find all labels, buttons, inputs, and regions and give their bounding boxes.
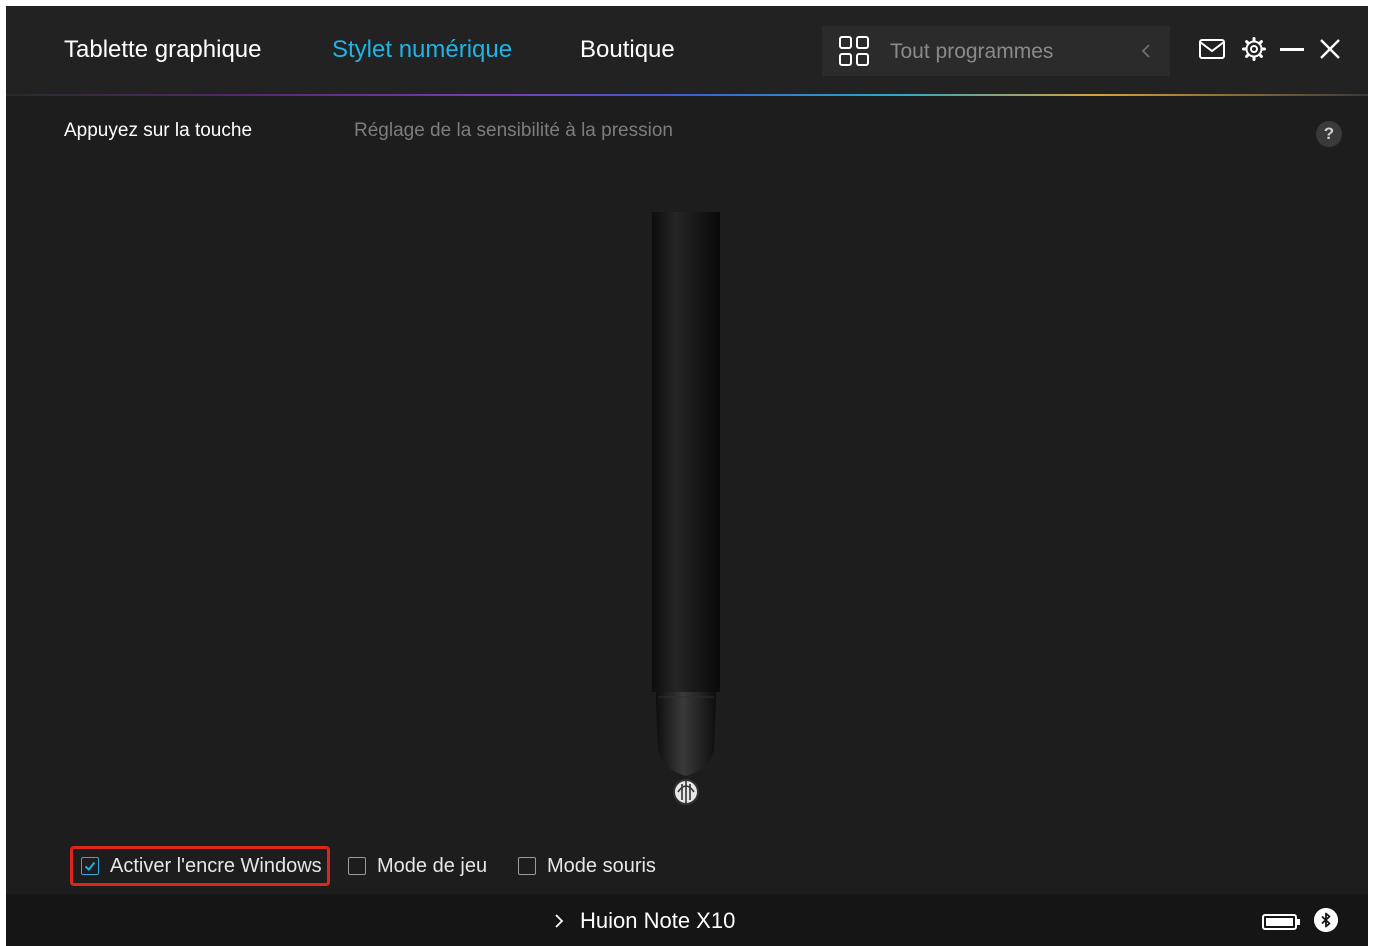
- minimize-icon[interactable]: [1280, 48, 1304, 52]
- game-mode-checkbox[interactable]: [348, 857, 366, 875]
- chevron-right-icon[interactable]: [554, 913, 564, 929]
- program-selector-label: Tout programmes: [890, 40, 1054, 63]
- battery-icon: [1262, 914, 1300, 930]
- option-mouse-mode[interactable]: Mode souris: [518, 846, 656, 886]
- mouse-mode-checkbox[interactable]: [518, 857, 536, 875]
- header-divider: [6, 94, 1368, 96]
- mouse-mode-label: Mode souris: [547, 854, 656, 877]
- close-icon[interactable]: [1318, 37, 1342, 61]
- pen-options: Activer l'encre Windows Mode de jeu Mode…: [6, 846, 1368, 886]
- checkmark-icon: [84, 861, 96, 871]
- top-nav-bar: Tablette graphique Stylet numérique Bout…: [6, 6, 1368, 94]
- tab-boutique[interactable]: Boutique: [580, 36, 675, 64]
- chevron-left-icon[interactable]: [1140, 42, 1152, 60]
- app-window: Tablette graphique Stylet numérique Bout…: [6, 6, 1368, 946]
- bluetooth-icon: [1314, 908, 1338, 932]
- help-button[interactable]: ?: [1316, 121, 1342, 147]
- mail-icon[interactable]: [1198, 38, 1226, 60]
- tab-tablette-graphique[interactable]: Tablette graphique: [64, 36, 261, 64]
- gear-icon[interactable]: [1241, 36, 1267, 62]
- pen-illustration: [652, 212, 720, 805]
- subtab-press-key[interactable]: Appuyez sur la touche: [64, 120, 252, 142]
- option-game-mode[interactable]: Mode de jeu: [348, 846, 487, 886]
- tab-stylet-numerique[interactable]: Stylet numérique: [332, 36, 512, 64]
- windows-ink-label: Activer l'encre Windows: [110, 854, 322, 877]
- subtab-pressure-sensitivity[interactable]: Réglage de la sensibilité à la pression: [354, 120, 673, 142]
- game-mode-label: Mode de jeu: [377, 854, 488, 877]
- windows-ink-checkbox[interactable]: [81, 857, 99, 875]
- option-windows-ink[interactable]: Activer l'encre Windows: [70, 846, 330, 886]
- device-status-bar: Huion Note X10: [6, 894, 1368, 946]
- app-grid-icon: [839, 36, 869, 66]
- device-name[interactable]: Huion Note X10: [580, 908, 735, 934]
- program-selector[interactable]: Tout programmes: [822, 26, 1170, 76]
